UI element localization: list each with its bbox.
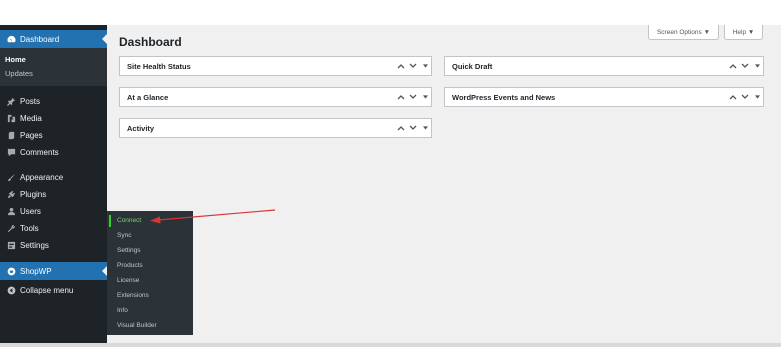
sidebar-item-tools[interactable]: Tools bbox=[0, 219, 107, 237]
move-up-icon[interactable] bbox=[727, 94, 739, 100]
flyout-item-settings[interactable]: Settings bbox=[117, 247, 141, 254]
page-title: Dashboard bbox=[119, 35, 182, 49]
widget-title: At a Glance bbox=[127, 92, 169, 102]
flyout-item-sync[interactable]: Sync bbox=[117, 232, 131, 239]
highlight-marker bbox=[109, 215, 111, 227]
quick-draft-widget: Quick Draft bbox=[444, 56, 764, 76]
toggle-panel-icon[interactable] bbox=[751, 64, 763, 68]
move-up-icon[interactable] bbox=[395, 63, 407, 69]
sidebar-item-label: ShopWP bbox=[20, 266, 52, 276]
move-up-icon[interactable] bbox=[727, 63, 739, 69]
toggle-panel-icon[interactable] bbox=[419, 126, 431, 130]
toggle-panel-icon[interactable] bbox=[751, 95, 763, 99]
toggle-panel-icon[interactable] bbox=[419, 64, 431, 68]
flyout-item-license[interactable]: License bbox=[117, 277, 139, 284]
submenu-home[interactable]: Home bbox=[5, 55, 26, 64]
collapse-menu-button[interactable]: Collapse menu bbox=[0, 281, 107, 299]
admin-area: Dashboard Home Updates Posts Media Pages… bbox=[0, 25, 781, 347]
move-down-icon[interactable] bbox=[739, 63, 751, 69]
sidebar-item-label: Comments bbox=[20, 147, 59, 157]
annotation-arrow bbox=[150, 209, 276, 224]
sidebar-item-comments[interactable]: Comments bbox=[0, 143, 107, 161]
pin-icon bbox=[2, 97, 20, 106]
current-indicator bbox=[102, 34, 107, 44]
flyout-item-info[interactable]: Info bbox=[117, 307, 128, 314]
move-up-icon[interactable] bbox=[395, 125, 407, 131]
widget-title: Site Health Status bbox=[127, 61, 191, 71]
pages-icon bbox=[2, 131, 20, 140]
screen-options-button[interactable]: Screen Options ▼ bbox=[648, 25, 719, 40]
at-a-glance-widget: At a Glance bbox=[119, 87, 432, 107]
move-down-icon[interactable] bbox=[739, 94, 751, 100]
activity-widget: Activity bbox=[119, 118, 432, 138]
sidebar-item-label: Media bbox=[20, 113, 42, 123]
wordpress-events-widget: WordPress Events and News bbox=[444, 87, 764, 107]
top-margin bbox=[0, 0, 781, 25]
sidebar-item-plugins[interactable]: Plugins bbox=[0, 185, 107, 203]
flyout-item-visual-builder[interactable]: Visual Builder bbox=[117, 322, 157, 329]
sidebar-item-label: Plugins bbox=[20, 189, 47, 199]
sidebar-item-label: Pages bbox=[20, 130, 43, 140]
sidebar-item-label: Posts bbox=[20, 96, 41, 106]
sidebar-item-posts[interactable]: Posts bbox=[0, 92, 107, 110]
sidebar-item-media[interactable]: Media bbox=[0, 109, 107, 127]
move-down-icon[interactable] bbox=[407, 63, 419, 69]
flyout-item-products[interactable]: Products bbox=[117, 262, 143, 269]
widget-title: Activity bbox=[127, 123, 155, 133]
widget-title: WordPress Events and News bbox=[452, 92, 556, 102]
dashboard-icon bbox=[2, 35, 20, 44]
dashboard-submenu bbox=[0, 48, 107, 86]
sidebar-item-shopwp[interactable]: ShopWP bbox=[0, 262, 107, 280]
plugin-icon bbox=[2, 190, 20, 199]
sidebar-item-users[interactable]: Users bbox=[0, 202, 107, 220]
admin-sidebar: Dashboard Home Updates Posts Media Pages… bbox=[0, 25, 107, 347]
sidebar-item-settings[interactable]: Settings bbox=[0, 236, 107, 254]
users-icon bbox=[2, 207, 20, 216]
sidebar-item-label: Settings bbox=[20, 240, 49, 250]
help-button[interactable]: Help ▼ bbox=[724, 25, 763, 40]
toggle-panel-icon[interactable] bbox=[419, 95, 431, 99]
brush-icon bbox=[2, 173, 20, 182]
sidebar-item-dashboard[interactable]: Dashboard bbox=[0, 30, 107, 48]
wrench-icon bbox=[2, 224, 20, 233]
sidebar-item-appearance[interactable]: Appearance bbox=[0, 168, 107, 186]
move-down-icon[interactable] bbox=[407, 94, 419, 100]
widget-title: Quick Draft bbox=[452, 61, 493, 71]
flyout-item-extensions[interactable]: Extensions bbox=[117, 292, 149, 299]
sidebar-item-label: Dashboard bbox=[20, 34, 60, 44]
comments-icon bbox=[2, 148, 20, 157]
sidebar-item-label: Appearance bbox=[20, 172, 64, 182]
media-icon bbox=[2, 114, 20, 123]
sidebar-item-pages[interactable]: Pages bbox=[0, 126, 107, 144]
settings-icon bbox=[2, 241, 20, 250]
sidebar-item-label: Users bbox=[20, 206, 41, 216]
collapse-icon bbox=[2, 286, 20, 295]
shopwp-flyout-menu: Connect Sync Settings Products License E… bbox=[107, 211, 193, 335]
move-down-icon[interactable] bbox=[407, 125, 419, 131]
submenu-updates[interactable]: Updates bbox=[5, 69, 33, 78]
move-up-icon[interactable] bbox=[395, 94, 407, 100]
sidebar-item-label: Collapse menu bbox=[20, 285, 74, 295]
flyout-item-connect[interactable]: Connect bbox=[117, 217, 141, 224]
shopwp-icon bbox=[2, 267, 20, 276]
site-health-widget: Site Health Status bbox=[119, 56, 432, 76]
bottom-edge bbox=[0, 343, 781, 347]
sidebar-item-label: Tools bbox=[20, 223, 39, 233]
